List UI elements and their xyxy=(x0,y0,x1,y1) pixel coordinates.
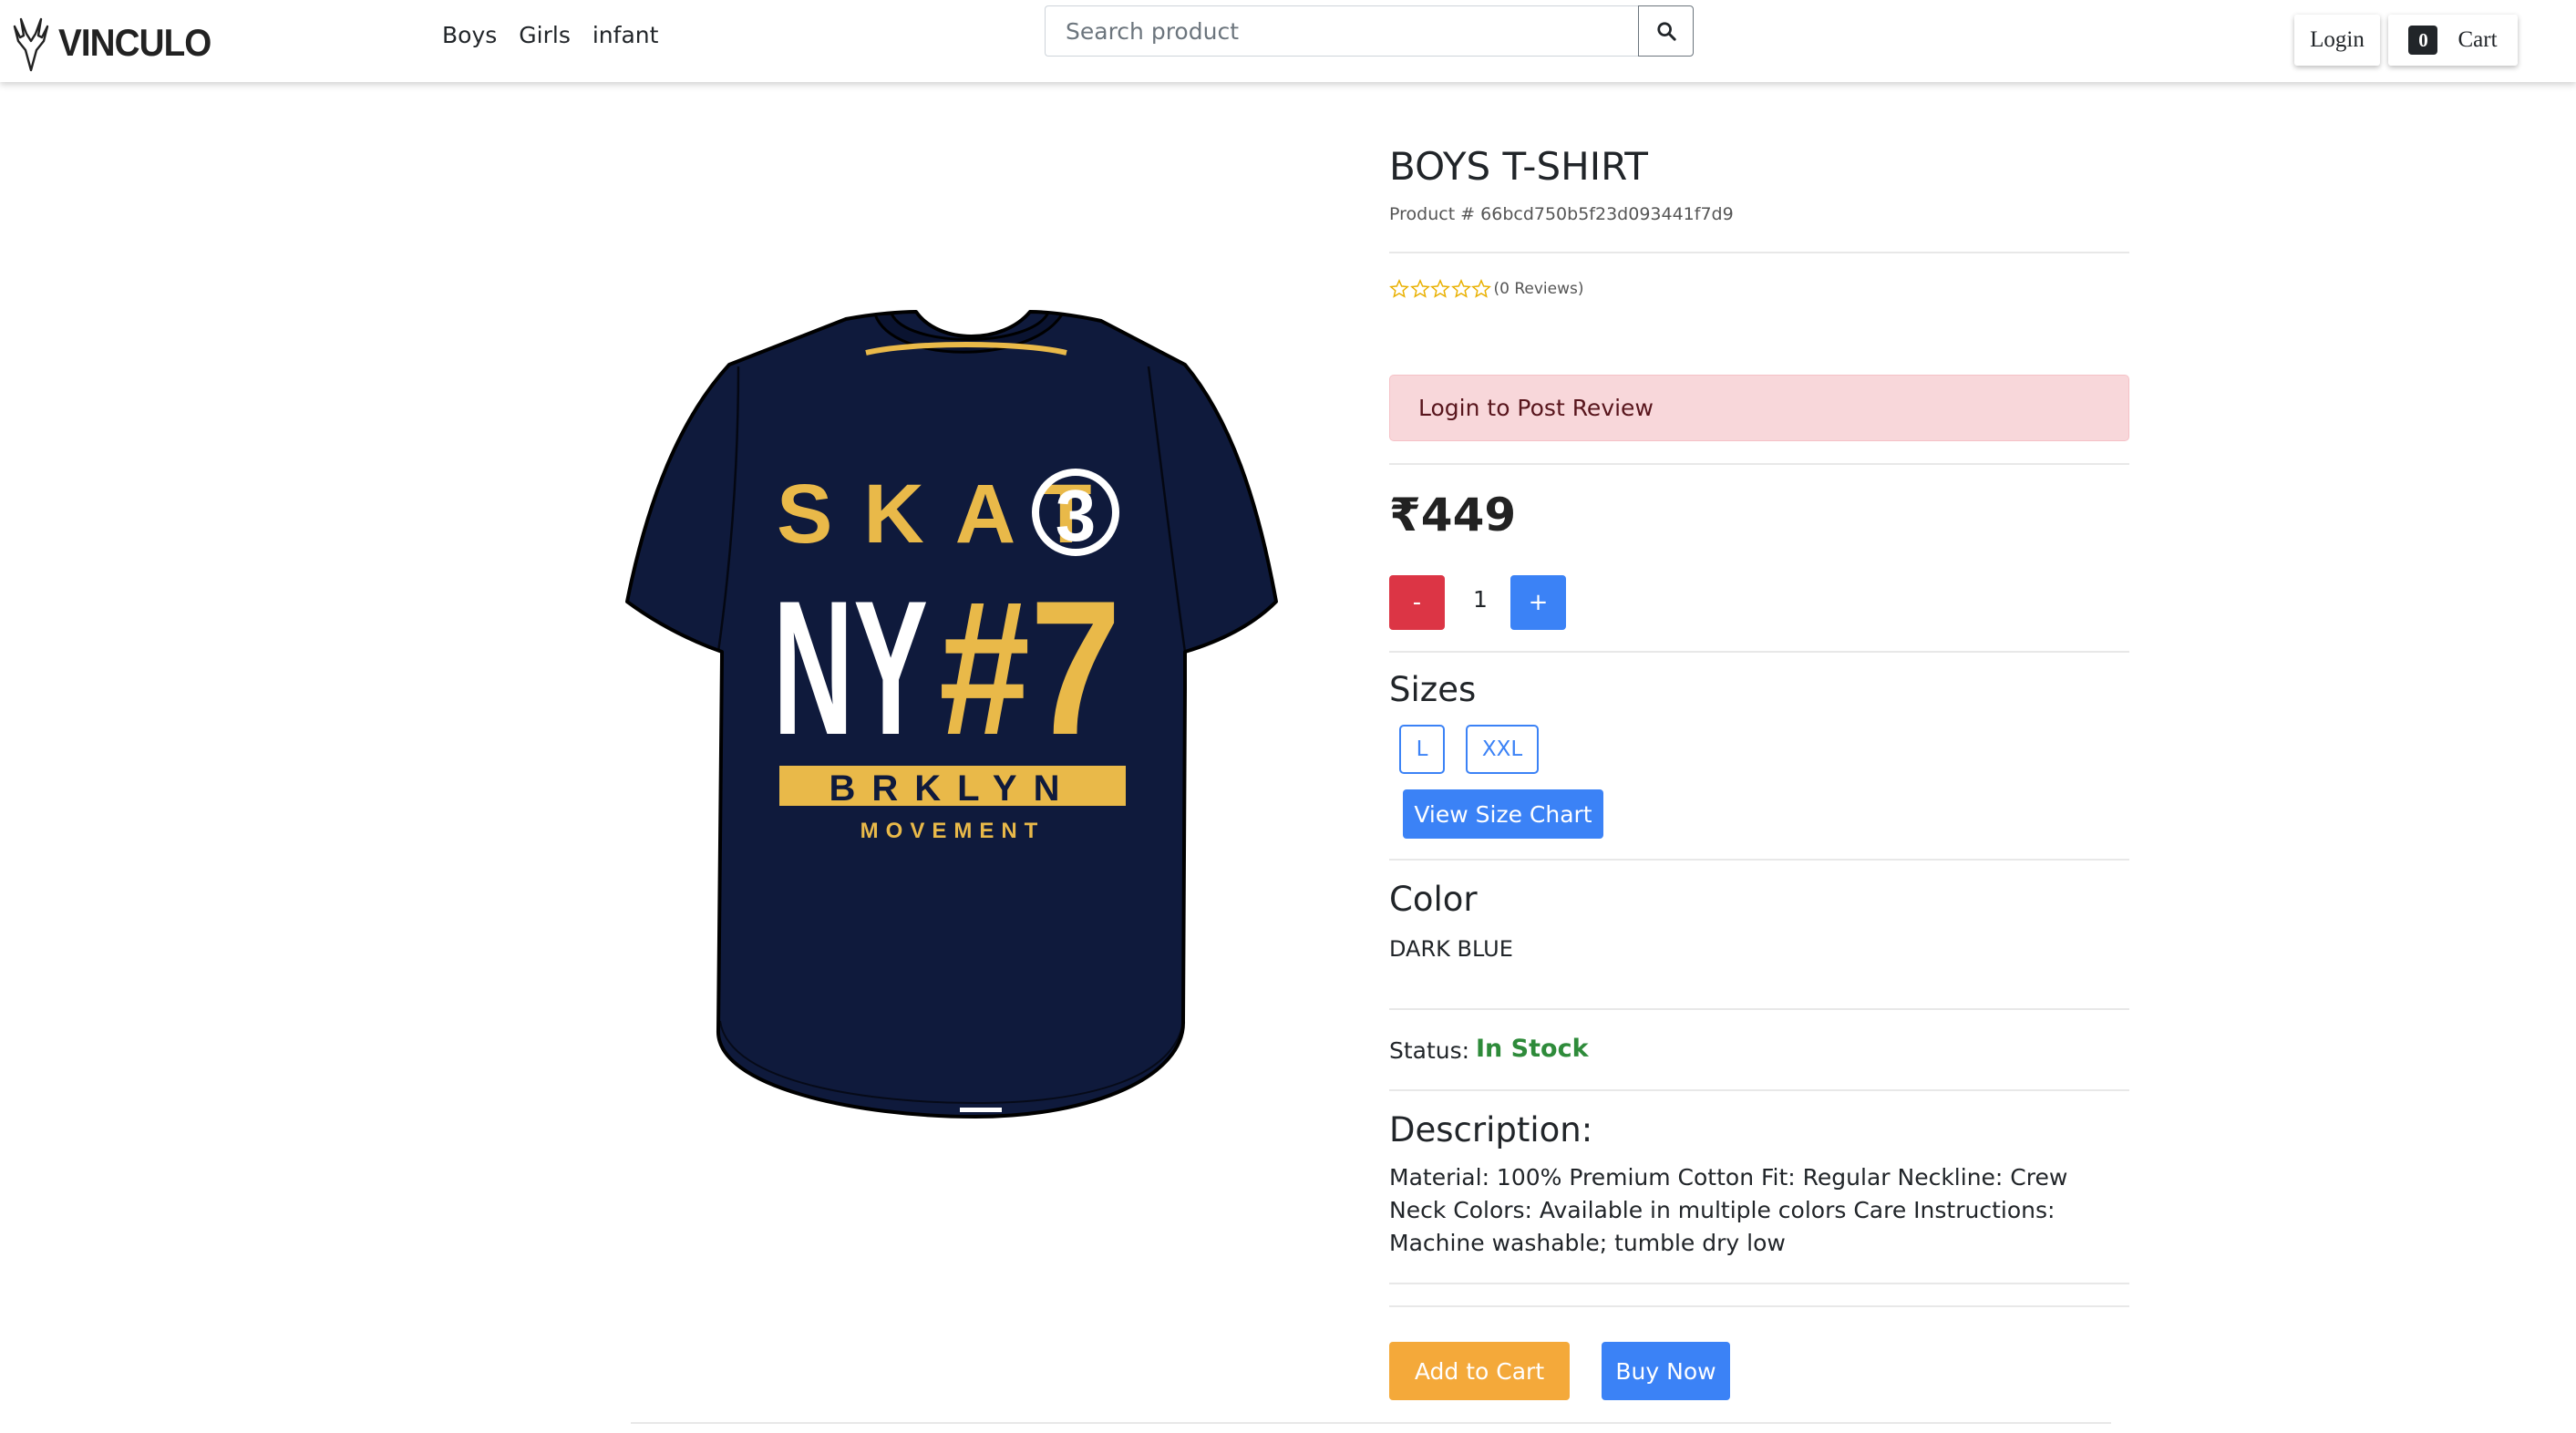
star-outline-icon xyxy=(1409,279,1430,298)
divider xyxy=(1389,859,2129,861)
print-movement: MOVEMENT xyxy=(860,819,1046,843)
divider xyxy=(1389,1089,2129,1091)
size-option-l[interactable]: L xyxy=(1399,725,1445,774)
product-image[interactable]: SKAT 3 NY #7 BRKLYN MOVEMENT xyxy=(602,301,1294,1139)
tshirt-illustration: SKAT 3 NY #7 BRKLYN MOVEMENT xyxy=(625,310,1278,1119)
search-button[interactable] xyxy=(1638,5,1694,57)
star-outline-icon xyxy=(1430,279,1450,298)
star-rating: (0 Reviews) xyxy=(1389,279,1584,299)
search-input[interactable] xyxy=(1045,5,1639,57)
nav-link-boys[interactable]: Boys xyxy=(442,22,497,48)
print-ny: NY xyxy=(773,561,928,775)
product-price: ₹449 xyxy=(1389,489,1517,541)
antler-logo-icon xyxy=(13,17,49,72)
divider xyxy=(1389,1283,2129,1284)
cart-count-badge: 0 xyxy=(2408,26,2438,55)
login-button[interactable]: Login xyxy=(2294,15,2380,66)
product-description: Material: 100% Premium Cotton Fit: Regul… xyxy=(1389,1164,2068,1256)
quantity-increase-button[interactable]: + xyxy=(1510,575,1566,630)
divider xyxy=(1389,1008,2129,1010)
login-to-review-alert[interactable]: Login to Post Review xyxy=(1389,375,2129,441)
nav-link-infant[interactable]: infant xyxy=(592,22,659,48)
color-value: DARK BLUE xyxy=(1389,936,1513,962)
print-badge-number: 3 xyxy=(1056,475,1097,556)
search-icon xyxy=(1656,22,1676,41)
cart-label: Cart xyxy=(2458,27,2498,52)
star-outline-icon xyxy=(1450,279,1471,298)
divider xyxy=(1389,463,2129,465)
nav-link-girls[interactable]: Girls xyxy=(519,22,571,48)
brand-logo[interactable]: VINCULO xyxy=(13,13,224,73)
add-to-cart-button[interactable]: Add to Cart xyxy=(1389,1342,1570,1400)
brand-name: VINCULO xyxy=(58,21,211,64)
description-heading: Description: xyxy=(1389,1110,1593,1149)
color-heading: Color xyxy=(1389,880,1478,919)
divider xyxy=(1389,252,2129,253)
buy-now-button[interactable]: Buy Now xyxy=(1602,1342,1730,1400)
page-divider xyxy=(631,1422,2111,1424)
quantity-value: 1 xyxy=(1473,586,1488,613)
sizes-heading: Sizes xyxy=(1389,670,1477,709)
view-size-chart-button[interactable]: View Size Chart xyxy=(1403,789,1603,839)
star-outline-icon xyxy=(1389,279,1409,298)
divider xyxy=(1389,651,2129,653)
size-option-xxl[interactable]: XXL xyxy=(1466,725,1539,774)
top-navbar: VINCULO Boys Girls infant Login 0 Cart xyxy=(0,0,2576,82)
print-brklyn: BRKLYN xyxy=(829,768,1077,809)
status-label: Status: xyxy=(1389,1037,1470,1064)
reviews-count[interactable]: (0 Reviews) xyxy=(1494,280,1584,298)
stock-status: In Stock xyxy=(1476,1035,1589,1063)
category-nav: Boys Girls infant xyxy=(442,22,658,48)
search-bar xyxy=(1045,5,1694,57)
product-id: Product # 66bcd750b5f23d093441f7d9 xyxy=(1389,204,1734,224)
product-title: BOYS T-SHIRT xyxy=(1389,144,1648,189)
star-outline-icon xyxy=(1471,279,1491,298)
quantity-decrease-button[interactable]: - xyxy=(1389,575,1445,630)
print-number-seven: #7 xyxy=(939,561,1121,775)
cart-button[interactable]: 0 Cart xyxy=(2388,15,2518,66)
divider xyxy=(1389,1305,2129,1307)
